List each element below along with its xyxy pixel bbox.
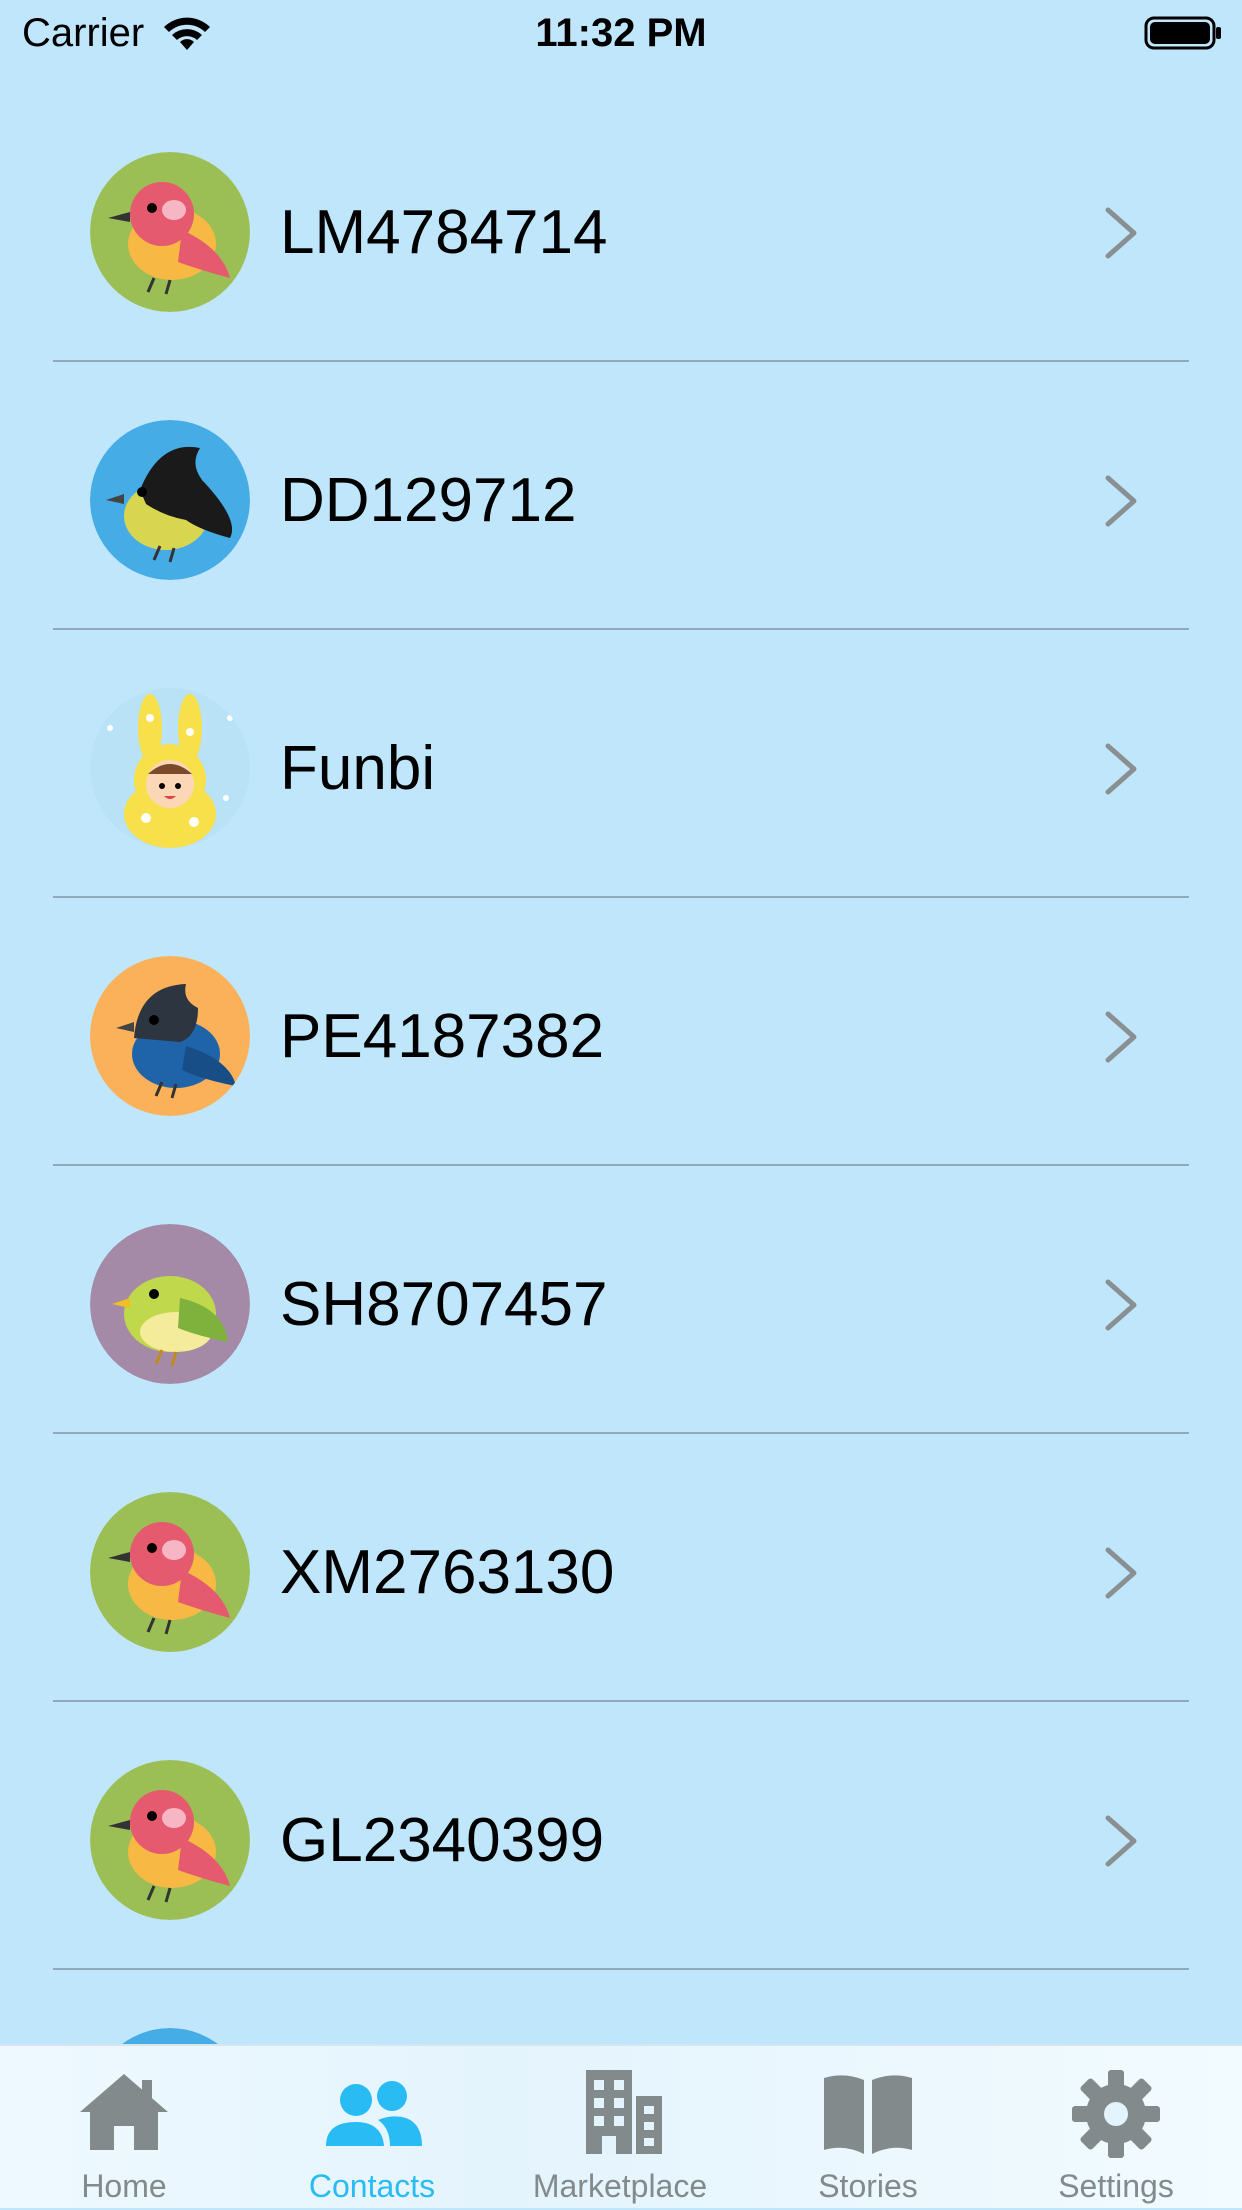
black-bird-avatar-icon xyxy=(90,420,250,580)
contact-name: LM4784714 xyxy=(280,198,608,267)
tab-stories-label: Stories xyxy=(818,2168,918,2204)
bluejay-avatar-icon xyxy=(90,956,250,1116)
contact-row[interactable]: LM4784714 xyxy=(0,94,1242,362)
chevron-right-icon xyxy=(1105,1547,1137,1599)
contact-row[interactable]: GL2340399 xyxy=(0,1702,1242,1970)
tab-home-label: Home xyxy=(81,2168,167,2204)
tab-stories[interactable]: Stories xyxy=(744,2046,992,2210)
battery-full-icon xyxy=(1144,16,1221,50)
avatar xyxy=(90,1492,250,1652)
avatar xyxy=(90,1760,250,1920)
contact-row[interactable]: PE4187382 xyxy=(0,898,1242,1166)
green-bird-avatar-icon xyxy=(90,1224,250,1384)
contact-row[interactable]: XM2763130 xyxy=(0,1434,1242,1702)
tab-home[interactable]: Home xyxy=(0,2046,248,2210)
chevron-right-icon xyxy=(1105,1011,1137,1063)
tab-bar: Home Contacts Marketplace Stories Settin… xyxy=(0,2044,1242,2208)
red-bird-avatar-icon xyxy=(90,152,250,312)
chevron-right-icon xyxy=(1105,1279,1137,1331)
house-icon xyxy=(80,2074,168,2150)
avatar xyxy=(90,152,250,312)
chevron-right-icon xyxy=(1105,207,1137,259)
contact-name: SH8707457 xyxy=(280,1270,608,1339)
avatar xyxy=(90,1224,250,1384)
contact-row[interactable]: DD129712 xyxy=(0,362,1242,630)
contact-name: DD129712 xyxy=(280,466,577,535)
contact-row-partial[interactable] xyxy=(0,1970,1242,2044)
tab-contacts-label: Contacts xyxy=(308,2168,436,2204)
tab-marketplace-label: Marketplace xyxy=(532,2168,708,2204)
chevron-right-icon xyxy=(1105,743,1137,795)
contact-name: Funbi xyxy=(280,734,436,803)
avatar xyxy=(90,420,250,580)
tab-settings-label: Settings xyxy=(1058,2168,1174,2204)
gear-icon xyxy=(1072,2070,1160,2158)
tab-settings[interactable]: Settings xyxy=(992,2046,1240,2210)
status-time: 11:32 PM xyxy=(535,11,707,55)
chevron-right-icon xyxy=(1105,1815,1137,1867)
contact-name: XM2763130 xyxy=(280,1538,615,1607)
status-bar: Carrier 11:32 PM xyxy=(0,0,1242,66)
bunny-kid-avatar-icon xyxy=(90,688,250,848)
building-icon xyxy=(586,2070,662,2154)
contact-name: PE4187382 xyxy=(280,1002,605,1071)
open-book-icon xyxy=(824,2075,912,2154)
tab-contacts[interactable]: Contacts xyxy=(248,2046,496,2210)
contact-name: GL2340399 xyxy=(280,1806,605,1875)
avatar xyxy=(90,2028,250,2044)
people-icon xyxy=(326,2081,422,2146)
chevron-right-icon xyxy=(1105,475,1137,527)
red-bird-avatar-icon xyxy=(90,1492,250,1652)
contact-list[interactable]: LM4784714 DD129712 Funbi PE4187382 SH870… xyxy=(0,94,1242,2044)
avatar-partial-icon xyxy=(122,2028,218,2044)
red-bird-avatar-icon xyxy=(90,1760,250,1920)
tab-marketplace[interactable]: Marketplace xyxy=(496,2046,744,2210)
avatar xyxy=(90,956,250,1116)
contact-row[interactable]: SH8707457 xyxy=(0,1166,1242,1434)
avatar xyxy=(90,688,250,848)
contact-row[interactable]: Funbi xyxy=(0,630,1242,898)
